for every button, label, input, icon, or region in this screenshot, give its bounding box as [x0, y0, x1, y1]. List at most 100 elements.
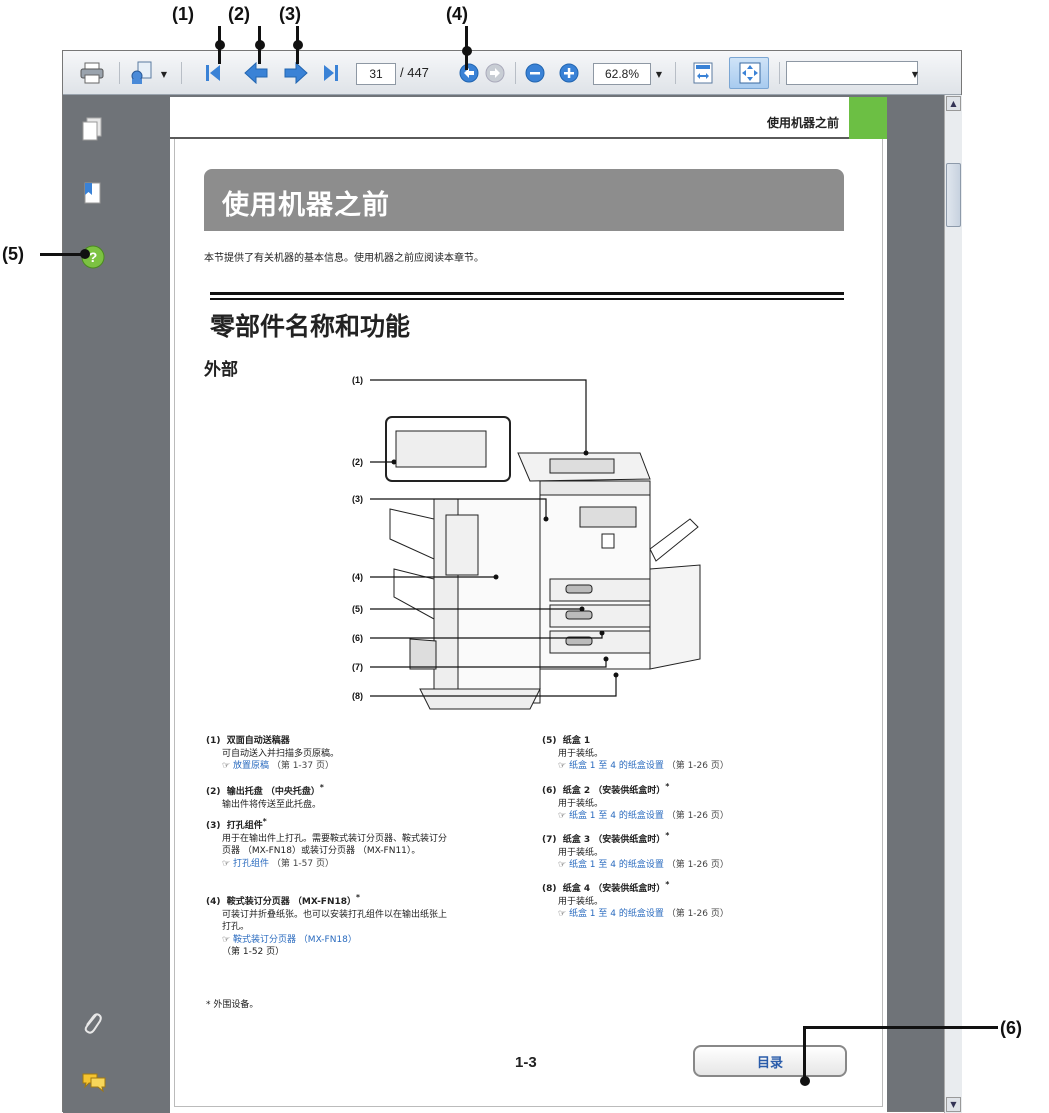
diagram-label-4: (4) [352, 572, 363, 582]
first-page-button[interactable] [201, 60, 225, 86]
item-description: (7) 纸盒 3 （安装供纸盒时）* 用于装纸。 ☞ 纸盒 1 至 4 的纸盒设… [542, 831, 729, 870]
document-page: 使用机器之前 使用机器之前 本节提供了有关机器的基本信息。使用机器之前应阅读本章… [170, 97, 887, 1112]
callout-2: (2) [228, 4, 250, 24]
item-description: (2) 输出托盘 （中央托盘）* 输出件将传送至此托盘。 [206, 783, 324, 810]
last-page-button[interactable] [319, 60, 343, 86]
svg-text:?: ? [89, 249, 98, 265]
toolbar-separator [181, 62, 182, 84]
paperclip-icon [84, 1013, 102, 1034]
zoom-out-button[interactable] [523, 60, 547, 86]
callout-dot [462, 46, 472, 56]
subsection-title: 外部 [204, 360, 238, 380]
back-view-button[interactable] [457, 60, 481, 86]
toolbar-separator [779, 62, 780, 84]
toolbar-separator [119, 62, 120, 84]
diagram-label-6: (6) [352, 633, 363, 643]
callout-3: (3) [279, 4, 301, 24]
link-punch-module[interactable]: 打孔组件 [233, 859, 269, 869]
section-title: 零部件名称和功能 [210, 312, 411, 341]
callout-dot [293, 40, 303, 50]
intro-text: 本节提供了有关机器的基本信息。使用机器之前应阅读本章节。 [204, 253, 484, 264]
toc-button[interactable]: 目录 [693, 1045, 847, 1077]
zoom-out-icon [525, 63, 545, 83]
vertical-scrollbar[interactable]: ▲ ▼ [944, 95, 962, 1113]
chevron-down-icon[interactable]: ▼ [908, 63, 922, 85]
share-doc-icon [131, 61, 152, 84]
callout-4: (4) [446, 4, 468, 24]
search-input[interactable] [786, 61, 918, 85]
callout-dot [255, 40, 265, 50]
section-rule [210, 298, 844, 300]
attachments-panel-button[interactable] [81, 1009, 103, 1034]
callout-dot [80, 249, 90, 259]
link-tray-settings[interactable]: 纸盒 1 至 4 的纸盒设置 [569, 860, 664, 870]
page-number-input[interactable]: 31 [356, 63, 396, 85]
item-description: (8) 纸盒 4 （安装供纸盒时）* 用于装纸。 ☞ 纸盒 1 至 4 的纸盒设… [542, 880, 729, 919]
pages-icon [82, 117, 102, 141]
chapter-tab [849, 97, 887, 139]
scroll-down-arrow-icon[interactable]: ▼ [946, 1097, 961, 1112]
callout-1: (1) [172, 4, 194, 24]
arrow-right-icon [284, 62, 308, 84]
link-tray-settings[interactable]: 纸盒 1 至 4 的纸盒设置 [569, 761, 664, 771]
diagram-label-3: (3) [352, 494, 363, 504]
forward-view-button[interactable] [483, 60, 507, 86]
comments-panel-button[interactable] [81, 1071, 106, 1095]
callout-6: (6) [1000, 1018, 1022, 1038]
fit-page-icon [739, 62, 761, 84]
arrow-left-icon [244, 62, 268, 84]
last-page-icon [324, 65, 338, 81]
page-total: / 447 [400, 65, 429, 80]
back-arrow-circle-icon [459, 63, 479, 83]
zoom-in-icon [559, 63, 579, 83]
section-rule [210, 292, 844, 295]
link-place-original[interactable]: 放置原稿 [233, 761, 269, 771]
link-tray-settings[interactable]: 纸盒 1 至 4 的纸盒设置 [569, 811, 664, 821]
bookmark-icon [84, 182, 101, 204]
comments-icon [82, 1073, 106, 1093]
fit-page-button[interactable] [729, 57, 769, 89]
forward-arrow-circle-icon [485, 63, 505, 83]
callout-dot [800, 1076, 810, 1086]
scroll-thumb[interactable] [946, 163, 961, 227]
scroll-up-arrow-icon[interactable]: ▲ [946, 96, 961, 111]
diagram-label-1: (1) [352, 375, 363, 385]
printer-icon [80, 62, 104, 84]
first-page-icon [206, 65, 220, 81]
toolbar-separator [515, 62, 516, 84]
callout-line [803, 1026, 806, 1082]
zoom-in-button[interactable] [557, 60, 581, 86]
bookmarks-panel-button[interactable] [81, 181, 103, 205]
callout-line [804, 1026, 998, 1029]
pages-panel-button[interactable] [81, 117, 103, 141]
share-button[interactable] [127, 60, 157, 86]
copier-diagram: (1) (2) (3) (4) (5) (6) (7) (8) [352, 375, 701, 710]
diagram-label-8: (8) [352, 691, 363, 701]
callout-dot [215, 40, 225, 50]
link-tray-settings[interactable]: 纸盒 1 至 4 的纸盒设置 [569, 909, 664, 919]
page-number: 1-3 [515, 1054, 537, 1071]
chapter-banner: 使用机器之前 [204, 169, 844, 231]
diagram-label-5: (5) [352, 604, 363, 614]
link-saddle-finisher[interactable]: 鞍式装订分页器 （MX-FN18） [233, 935, 357, 945]
diagram-label-2: (2) [352, 457, 363, 467]
item-description: (3) 打孔组件* 用于在输出件上打孔。需要鞍式装订分页器、鞍式装订分 页器 （… [206, 817, 448, 869]
footnote: * 外围设备。 [206, 1000, 259, 1010]
diagram-label-7: (7) [352, 662, 363, 672]
item-description: (1) 双面自动送稿器 可自动送入并扫描多页原稿。 ☞ 放置原稿 （第 1-37… [206, 736, 340, 771]
chevron-down-icon[interactable]: ▼ [652, 63, 666, 85]
item-description: (5) 纸盒 1 用于装纸。 ☞ 纸盒 1 至 4 的纸盒设置 （第 1-26 … [542, 736, 729, 771]
fit-width-button[interactable] [689, 60, 717, 86]
previous-page-button[interactable] [241, 60, 271, 86]
callout-5: (5) [2, 244, 24, 264]
toolbar: ▼ 31 / 447 62.8% ▼ ▼ [63, 51, 961, 95]
callout-line [40, 253, 84, 256]
toolbar-separator [675, 62, 676, 84]
page-header: 使用机器之前 [170, 97, 887, 139]
zoom-level-input[interactable]: 62.8% [593, 63, 651, 85]
fit-width-icon [693, 62, 713, 84]
chapter-title: 使用机器之前 [222, 190, 390, 221]
print-button[interactable] [77, 60, 107, 86]
item-description: (6) 纸盒 2 （安装供纸盒时）* 用于装纸。 ☞ 纸盒 1 至 4 的纸盒设… [542, 782, 729, 821]
chevron-down-icon[interactable]: ▼ [157, 63, 171, 85]
